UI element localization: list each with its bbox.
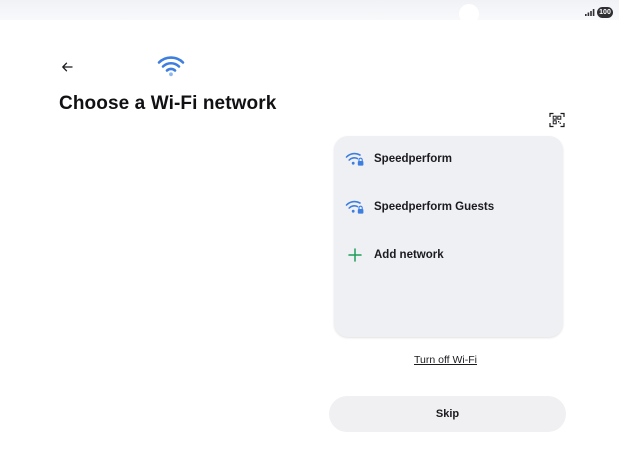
wifi-icon xyxy=(157,56,185,77)
add-network-label: Add network xyxy=(374,249,444,261)
qr-scan-button[interactable] xyxy=(546,110,568,130)
arrow-left-icon xyxy=(62,62,73,72)
wifi-locked-icon xyxy=(344,150,366,168)
battery-icon: 100 xyxy=(597,7,613,18)
network-item-speedperform-guests[interactable]: Speedperform Guests xyxy=(344,193,554,221)
wifi-setup-screen: 100 Choose a Wi-Fi network Speedperform … xyxy=(0,0,619,467)
network-list-panel: Speedperform Speedperform Guests Add net… xyxy=(334,136,563,337)
wifi-locked-icon xyxy=(344,198,366,216)
back-button[interactable] xyxy=(56,56,78,78)
skip-button[interactable]: Skip xyxy=(329,396,566,432)
network-item-speedperform[interactable]: Speedperform xyxy=(344,145,554,173)
plus-icon xyxy=(344,246,366,264)
page-title: Choose a Wi-Fi network xyxy=(59,93,277,114)
network-item-label: Speedperform Guests xyxy=(374,201,495,213)
qr-code-scan-icon xyxy=(549,112,565,128)
signal-bars-icon xyxy=(585,9,595,16)
camera-cutout xyxy=(459,4,479,24)
turn-off-wifi-link[interactable]: Turn off Wi-Fi xyxy=(414,354,477,366)
network-item-label: Speedperform xyxy=(374,153,452,165)
status-bar: 100 xyxy=(0,0,619,24)
add-network-button[interactable]: Add network xyxy=(344,241,554,269)
